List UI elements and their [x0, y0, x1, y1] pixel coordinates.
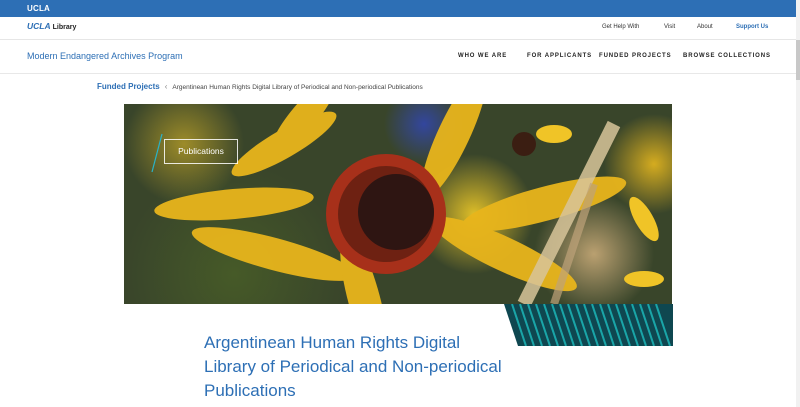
- about-link[interactable]: About: [697, 24, 713, 30]
- ucla-top-bar: UCLA: [0, 0, 800, 17]
- hero-image: Publications: [124, 104, 672, 304]
- nav-who-we-are[interactable]: WHO WE ARE: [458, 53, 507, 59]
- breadcrumb-current: Argentinean Human Rights Digital Library…: [172, 84, 423, 91]
- logo-ucla-text: UCLA: [27, 21, 51, 31]
- logo-library-text: Library: [52, 24, 77, 31]
- page-title: Argentinean Human Rights Digital Library…: [204, 333, 502, 400]
- ucla-brand-link[interactable]: UCLA: [27, 4, 50, 13]
- program-nav: Modern Endangered Archives Program WHO W…: [0, 40, 800, 74]
- scrollbar-thumb[interactable]: [796, 40, 800, 80]
- breadcrumb-separator-icon: ‹: [164, 82, 168, 91]
- support-us-link[interactable]: Support Us: [736, 24, 768, 30]
- visit-link[interactable]: Visit: [664, 24, 675, 30]
- get-help-link[interactable]: Get Help With: [602, 24, 639, 30]
- breadcrumb-funded-projects[interactable]: Funded Projects: [97, 82, 160, 91]
- program-name-link[interactable]: Modern Endangered Archives Program: [27, 51, 183, 61]
- library-logo[interactable]: UCLA Library: [27, 21, 76, 31]
- decorative-stripes: [504, 304, 673, 346]
- nav-for-applicants[interactable]: FOR APPLICANTS: [527, 53, 592, 59]
- library-bar: UCLA Library Get Help With Visit About Su…: [0, 17, 800, 40]
- sunflower-illustration: [151, 104, 664, 304]
- nav-funded-projects[interactable]: FUNDED PROJECTS: [599, 53, 672, 59]
- publications-label: Publications: [164, 139, 238, 164]
- nav-browse-collections[interactable]: BROWSE COLLECTIONS: [683, 53, 771, 59]
- breadcrumb: Funded Projects ‹ Argentinean Human Rights…: [97, 82, 423, 91]
- page-scrollbar[interactable]: [796, 0, 800, 407]
